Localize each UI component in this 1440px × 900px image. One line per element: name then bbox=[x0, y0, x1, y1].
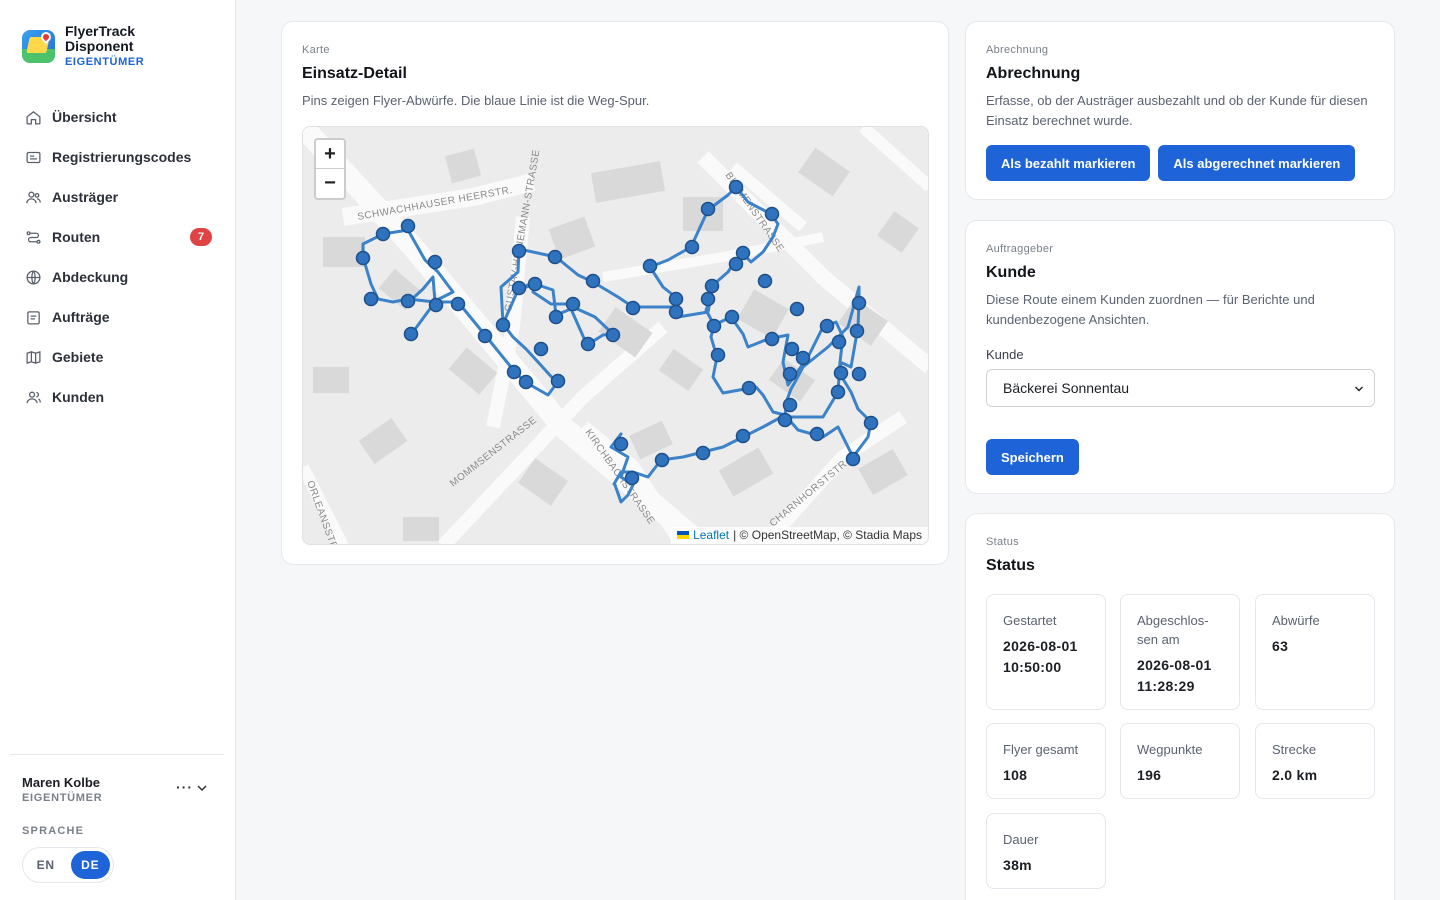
nav-item-kunden[interactable]: Kunden bbox=[12, 377, 224, 417]
map-attribution: Leaflet | © OpenStreetMap, © Stadia Maps bbox=[671, 527, 928, 544]
chevron-down-icon[interactable] bbox=[196, 782, 208, 794]
main-nav: Übersicht Registrierungscodes Austräger … bbox=[12, 97, 224, 417]
zoom-out-button[interactable]: − bbox=[316, 169, 344, 198]
nav-label: Routen bbox=[52, 229, 101, 245]
stat-started: Gestartet 2026-08-01 10:50:00 bbox=[986, 594, 1106, 710]
stat-label: Gestartet bbox=[1003, 613, 1057, 628]
billing-eyebrow: Abrechnung bbox=[986, 44, 1049, 56]
save-button[interactable]: Speichern bbox=[986, 439, 1079, 475]
status-card: Status Status Gestartet 2026-08-01 10:50… bbox=[965, 513, 1395, 900]
nav-label: Aufträge bbox=[52, 309, 110, 325]
stat-value: 38m bbox=[1003, 857, 1032, 873]
stat-label: Abwürfe bbox=[1272, 613, 1320, 628]
more-options-icon[interactable]: ··· bbox=[176, 779, 193, 795]
client-title: Kunde bbox=[986, 264, 1036, 281]
brand-name-line2: Disponent bbox=[65, 38, 134, 54]
status-title: Status bbox=[986, 557, 1035, 574]
user-block: Maren Kolbe EIGENTÜMER ··· SPRACHE EN DE bbox=[10, 754, 224, 883]
brand-role: EIGENTÜMER bbox=[65, 56, 145, 68]
map-icon bbox=[24, 348, 42, 366]
brand[interactable]: FlyerTrack Disponent EIGENTÜMER bbox=[22, 24, 144, 70]
map-view[interactable]: SCHWACHHAUSER HEERSTR. MOMMSENSTRASSE KI… bbox=[302, 126, 929, 545]
nav-item-abdeckung[interactable]: Abdeckung bbox=[12, 257, 224, 297]
zoom-control: + − bbox=[314, 138, 346, 200]
nav-item-registrierungscodes[interactable]: Registrierungscodes bbox=[12, 137, 224, 177]
status-eyebrow: Status bbox=[986, 536, 1019, 548]
stat-distance: Strecke 2.0 km bbox=[1255, 723, 1375, 799]
user-name: Maren Kolbe bbox=[22, 775, 101, 790]
client-eyebrow: Auftraggeber bbox=[986, 243, 1054, 255]
routes-count-badge: 7 bbox=[190, 228, 212, 246]
customers-icon bbox=[24, 388, 42, 406]
nav-label: Übersicht bbox=[52, 109, 117, 125]
language-option-de[interactable]: DE bbox=[70, 851, 110, 879]
ukraine-flag-icon bbox=[677, 531, 690, 539]
map-card: Karte Einsatz-Detail Pins zeigen Flyer-A… bbox=[281, 21, 949, 565]
billing-title: Abrechnung bbox=[986, 65, 1081, 82]
stat-finished: Abgeschlos- sen am 2026-08-01 11:28:29 bbox=[1120, 594, 1240, 710]
nav-label: Austräger bbox=[52, 189, 119, 205]
language-option-en[interactable]: EN bbox=[26, 851, 66, 879]
client-select-value: Bäckerei Sonnentau bbox=[1003, 380, 1130, 396]
map-title: Einsatz-Detail bbox=[302, 65, 407, 82]
map-tiles: SCHWACHHAUSER HEERSTR. MOMMSENSTRASSE KI… bbox=[303, 127, 928, 544]
language-label: SPRACHE bbox=[22, 825, 85, 837]
billing-description: Erfasse, ob der Austräger ausbezahlt und… bbox=[986, 93, 1368, 128]
map-description: Pins zeigen Flyer-Abwürfe. Die blaue Lin… bbox=[302, 93, 650, 108]
route-icon bbox=[24, 228, 42, 246]
stat-label: Dauer bbox=[1003, 832, 1039, 847]
home-icon bbox=[24, 108, 42, 126]
stat-value: 63 bbox=[1272, 638, 1289, 654]
stat-flyers-total: Flyer gesamt 108 bbox=[986, 723, 1106, 799]
nav-item-austraeger[interactable]: Austräger bbox=[12, 177, 224, 217]
client-field-label: Kunde bbox=[986, 347, 1024, 362]
stat-label: Strecke bbox=[1272, 742, 1317, 757]
stat-value: 2.0 km bbox=[1272, 767, 1318, 783]
billing-card: Abrechnung Abrechnung Erfasse, ob der Au… bbox=[965, 21, 1395, 200]
stat-duration: Dauer 38m bbox=[986, 813, 1106, 889]
brand-name-line1: FlyerTrack bbox=[65, 23, 136, 39]
globe-icon bbox=[24, 268, 42, 286]
app-logo-icon bbox=[22, 30, 55, 63]
nav-label: Registrierungscodes bbox=[52, 149, 192, 165]
chevron-down-icon bbox=[1355, 386, 1363, 392]
client-card: Auftraggeber Kunde Diese Route einem Kun… bbox=[965, 220, 1395, 494]
stat-value: 2026-08-01 10:50:00 bbox=[1003, 638, 1078, 675]
map-eyebrow: Karte bbox=[302, 44, 330, 56]
stat-value: 2026-08-01 11:28:29 bbox=[1137, 657, 1212, 694]
stat-waypoints: Wegpunkte 196 bbox=[1120, 723, 1240, 799]
id-card-icon bbox=[24, 148, 42, 166]
client-description: Diese Route einem Kunden zuordnen — für … bbox=[986, 292, 1315, 327]
nav-label: Kunden bbox=[52, 389, 105, 405]
nav-label: Abdeckung bbox=[52, 269, 129, 285]
sidebar: FlyerTrack Disponent EIGENTÜMER Übersich… bbox=[0, 0, 236, 900]
nav-item-gebiete[interactable]: Gebiete bbox=[12, 337, 224, 377]
clipboard-icon bbox=[24, 308, 42, 326]
stat-label: Abgeschlos- sen am bbox=[1137, 613, 1209, 647]
stat-drops: Abwürfe 63 bbox=[1255, 594, 1375, 710]
nav-item-auftraege[interactable]: Aufträge bbox=[12, 297, 224, 337]
stat-value: 108 bbox=[1003, 767, 1028, 783]
language-toggle: EN DE bbox=[22, 847, 114, 883]
attribution-text: | © OpenStreetMap, © Stadia Maps bbox=[733, 528, 922, 542]
stat-label: Wegpunkte bbox=[1137, 742, 1203, 757]
stat-value: 196 bbox=[1137, 767, 1162, 783]
mark-paid-button[interactable]: Als bezahlt markieren bbox=[986, 145, 1151, 181]
user-role: EIGENTÜMER bbox=[22, 792, 103, 804]
nav-label: Gebiete bbox=[52, 349, 104, 365]
users-icon bbox=[24, 188, 42, 206]
mark-billed-button[interactable]: Als abgerechnet markieren bbox=[1158, 145, 1356, 181]
leaflet-link[interactable]: Leaflet bbox=[693, 528, 729, 542]
nav-item-routen[interactable]: Routen 7 bbox=[12, 217, 224, 257]
stat-label: Flyer gesamt bbox=[1003, 742, 1079, 757]
nav-item-uebersicht[interactable]: Übersicht bbox=[12, 97, 224, 137]
zoom-in-button[interactable]: + bbox=[316, 140, 344, 169]
client-select[interactable]: Bäckerei Sonnentau bbox=[986, 369, 1375, 407]
